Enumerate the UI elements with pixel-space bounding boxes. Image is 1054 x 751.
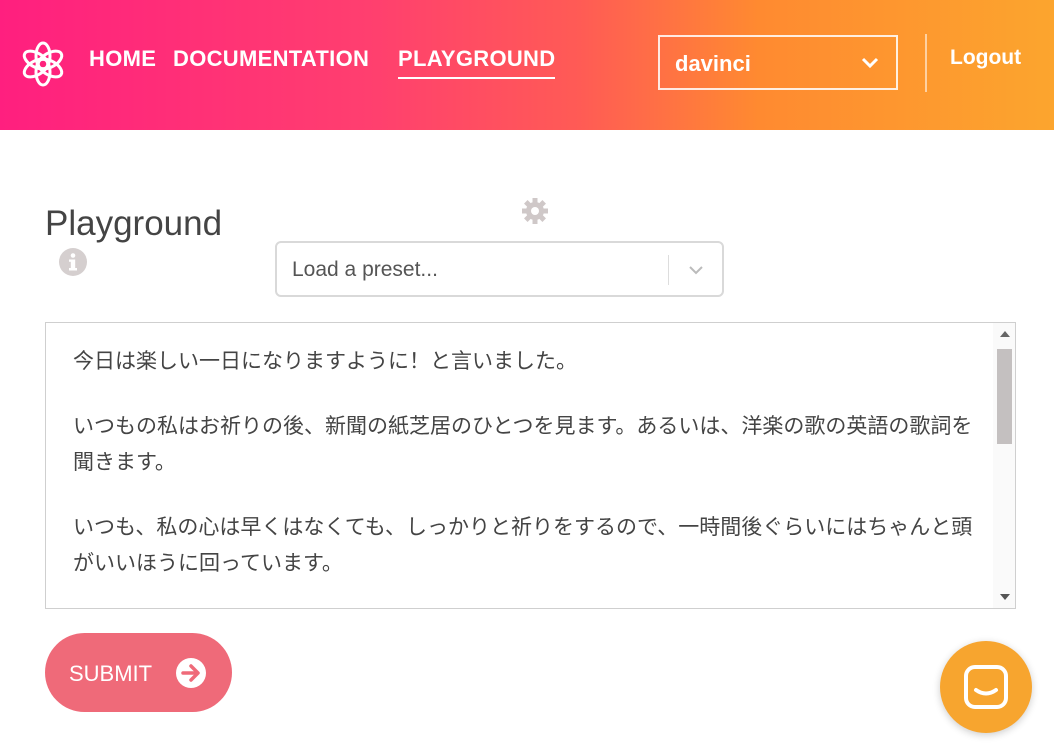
- model-select[interactable]: davinci: [658, 35, 898, 90]
- arrow-right-circle-icon: [176, 658, 206, 688]
- prompt-textarea[interactable]: 今日は楽しい一日になりますように！と言いました。 いつもの私はお祈りの後、新聞の…: [45, 322, 1016, 609]
- submit-label: SUBMIT: [69, 661, 153, 686]
- preset-placeholder: Load a preset...: [292, 258, 438, 281]
- gear-icon[interactable]: [520, 196, 550, 226]
- prompt-paragraph: 今日は楽しい一日になりますように！と言いました。: [73, 349, 577, 373]
- logout-link[interactable]: Logout: [950, 46, 1021, 70]
- prompt-text[interactable]: 今日は楽しい一日になりますように！と言いました。 いつもの私はお祈りの後、新聞の…: [73, 343, 973, 608]
- nav-home-link[interactable]: HOME: [89, 46, 156, 72]
- submit-button[interactable]: SUBMIT: [45, 633, 232, 712]
- nav-playground-link[interactable]: PLAYGROUND: [398, 46, 556, 79]
- header-divider: [925, 34, 927, 92]
- active-nav-underline: [398, 77, 556, 79]
- prompt-paragraph: いつも、私の心は早くはなくても、しっかりと祈りをするので、一時間後ぐらいにはちゃ…: [73, 515, 973, 575]
- scroll-down-arrow-icon[interactable]: [1000, 594, 1010, 600]
- openai-logo-icon[interactable]: [20, 41, 66, 87]
- scroll-up-arrow-icon[interactable]: [1000, 331, 1010, 337]
- scrollbar-thumb[interactable]: [997, 349, 1012, 444]
- top-header: HOME DOCUMENTATION PLAYGROUND davinci Lo…: [0, 0, 1054, 130]
- nav-playground-label: PLAYGROUND: [398, 46, 556, 71]
- chevron-down-icon: [861, 57, 879, 69]
- chat-icon: [964, 665, 1008, 709]
- chevron-down-icon: [689, 266, 703, 275]
- preset-separator: [668, 255, 669, 285]
- chat-launcher-button[interactable]: [940, 641, 1032, 733]
- preset-select[interactable]: Load a preset...: [275, 241, 724, 297]
- prompt-scrollbar[interactable]: [993, 323, 1015, 608]
- nav-documentation-link[interactable]: DOCUMENTATION: [173, 46, 369, 72]
- prompt-paragraph: いつもの私はお祈りの後、新聞の紙芝居のひとつを見ます。あるいは、洋楽の歌の英語の…: [73, 414, 973, 474]
- page-title: Playground: [45, 204, 223, 243]
- model-select-value: davinci: [675, 51, 751, 76]
- info-icon[interactable]: [58, 247, 88, 277]
